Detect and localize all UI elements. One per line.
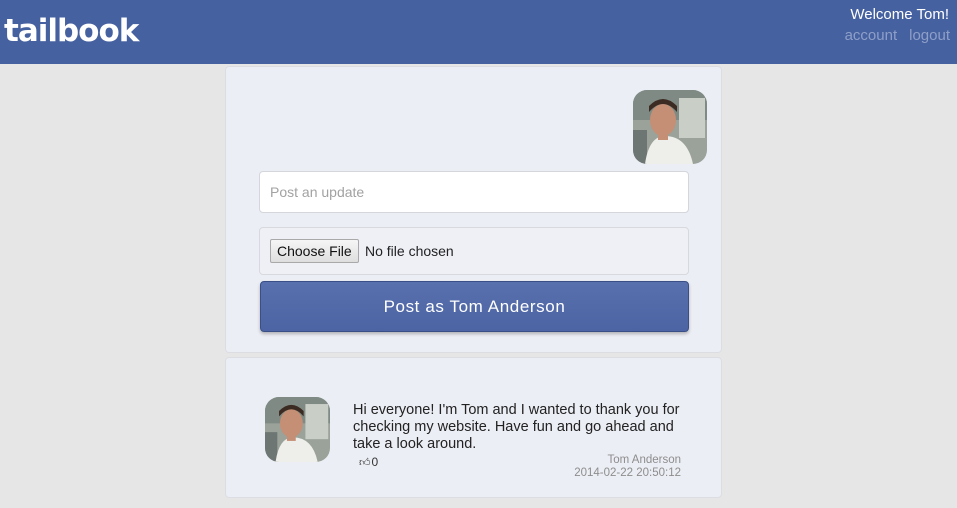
like-count: 0 — [371, 455, 379, 469]
avatar-photo-icon — [633, 90, 707, 164]
post-author[interactable]: Tom Anderson — [574, 454, 681, 467]
post-author-avatar[interactable] — [265, 397, 330, 462]
like-button[interactable]: 👍︎0 — [359, 455, 378, 470]
logo[interactable]: tailbook — [4, 11, 139, 51]
thumbs-up-icon: 👍︎ — [359, 457, 371, 469]
choose-file-button[interactable]: Choose File — [270, 239, 359, 263]
user-avatar[interactable] — [633, 90, 707, 164]
post-button[interactable]: Post as Tom Anderson — [260, 281, 689, 332]
welcome-message: Welcome Tom! — [850, 6, 949, 23]
compose-card: Choose File No file chosen Post as Tom A… — [225, 66, 722, 353]
post-update-input[interactable] — [259, 171, 689, 213]
account-links: account logout — [833, 27, 950, 45]
feed-post: Hi everyone! I'm Tom and I wanted to tha… — [225, 357, 722, 498]
account-link[interactable]: account — [845, 27, 898, 44]
file-status-text: No file chosen — [365, 243, 454, 259]
avatar-photo-icon — [265, 397, 330, 462]
post-meta: Tom Anderson 2014-02-22 20:50:12 — [574, 454, 681, 480]
post-timestamp: 2014-02-22 20:50:12 — [574, 467, 681, 479]
top-navigation-bar: tailbook Welcome Tom! account logout — [0, 0, 957, 64]
post-text: Hi everyone! I'm Tom and I wanted to tha… — [353, 402, 680, 452]
file-upload-field: Choose File No file chosen — [259, 227, 689, 275]
logout-link[interactable]: logout — [909, 27, 950, 44]
